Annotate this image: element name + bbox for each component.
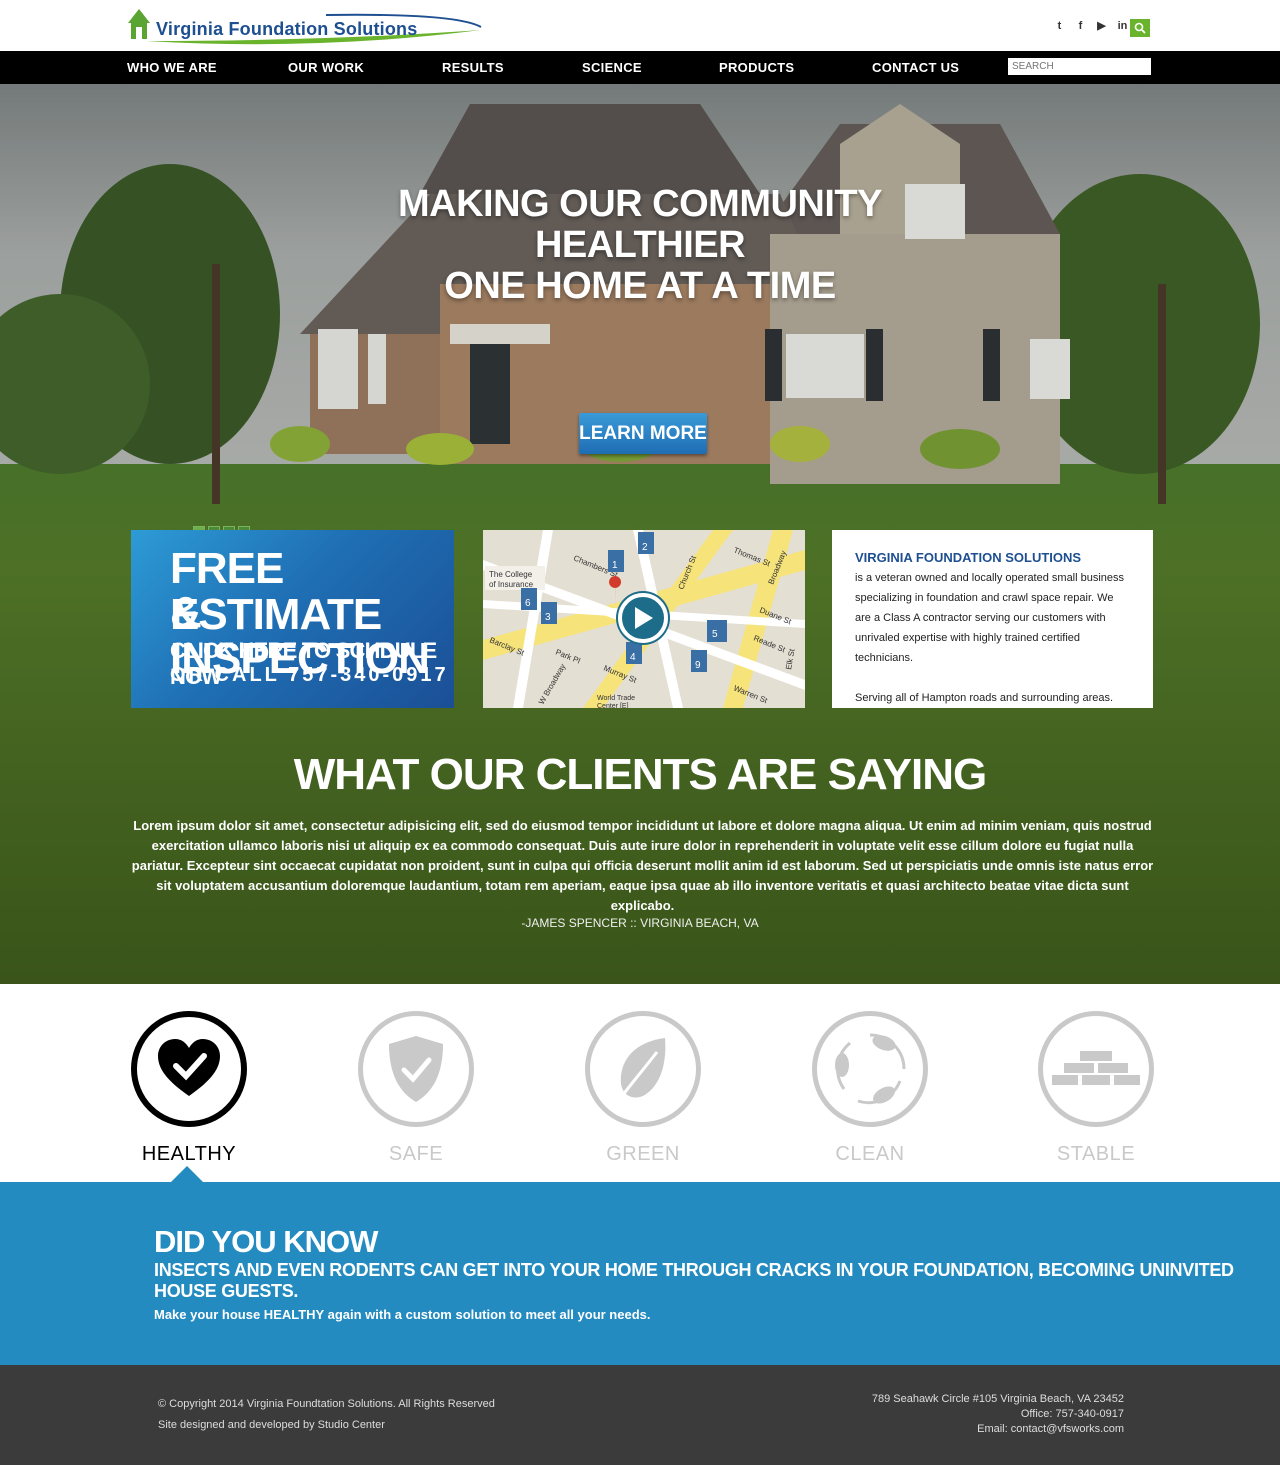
- did-you-know-section: DID YOU KNOW INSECTS AND EVEN RODENTS CA…: [0, 1182, 1280, 1365]
- map-pin[interactable]: 9: [691, 650, 707, 672]
- search-input[interactable]: [1008, 58, 1151, 75]
- map-label: The College: [489, 570, 533, 579]
- main-nav: WHO WE ARE OUR WORK RESULTS SCIENCE PROD…: [0, 51, 1280, 84]
- footer-email[interactable]: Email: contact@vfsworks.com: [872, 1422, 1124, 1437]
- testimonial-author: -JAMES SPENCER :: VIRGINIA BEACH, VA: [521, 916, 759, 930]
- map-pin[interactable]: 6: [521, 588, 537, 610]
- nav-item-who-we-are[interactable]: WHO WE ARE: [127, 60, 217, 75]
- video-play-button[interactable]: [618, 593, 668, 643]
- feature-healthy[interactable]: HEALTHY: [131, 1011, 247, 1166]
- about-serving: Serving all of Hampton roads and surroun…: [855, 692, 1114, 704]
- logo-text: Virginia Foundation Solutions: [156, 19, 418, 39]
- svg-text:3: 3: [545, 612, 551, 623]
- feature-green[interactable]: GREEN: [585, 1011, 701, 1166]
- about-title: VIRGINIA FOUNDATION SOLUTIONS: [855, 550, 1082, 565]
- feature-circle: [812, 1011, 928, 1127]
- feature-circle: [131, 1011, 247, 1127]
- hero-title: MAKING OUR COMMUNITY HEALTHIER ONE HOME …: [340, 184, 940, 307]
- site-footer: © Copyright 2014 Virginia Foundtation So…: [0, 1365, 1280, 1465]
- feature-circle: [585, 1011, 701, 1127]
- features-section: HEALTHY SAFE GREEN CLEAN STABLE: [0, 984, 1280, 1182]
- svg-text:1: 1: [612, 560, 618, 571]
- nav-item-results[interactable]: RESULTS: [442, 60, 504, 75]
- about-text: is a veteran owned and locally operated …: [855, 572, 1125, 664]
- feature-stable[interactable]: STABLE: [1038, 1011, 1154, 1166]
- hero-title-line-3: ONE HOME AT A TIME: [444, 265, 836, 307]
- feature-circle: [1038, 1011, 1154, 1127]
- bricks-icon: [1052, 1051, 1140, 1085]
- feature-label: SAFE: [388, 1143, 444, 1165]
- search-icon: [1134, 22, 1146, 34]
- free-estimate-card[interactable]: FREE ESTIMATE & INSPECTION CLICK HERE TO…: [131, 530, 454, 708]
- youtube-icon[interactable]: ▶: [1095, 19, 1108, 32]
- svg-text:4: 4: [630, 652, 636, 663]
- active-feature-pointer: [171, 1166, 203, 1182]
- feature-label: STABLE: [1056, 1143, 1136, 1165]
- hero-title-line-2: HEALTHIER: [534, 224, 746, 266]
- feature-circle: [358, 1011, 474, 1127]
- recycle-leaves-icon: [835, 1033, 906, 1105]
- feature-label: CLEAN: [835, 1143, 905, 1165]
- facebook-icon[interactable]: f: [1074, 19, 1087, 32]
- svg-text:9: 9: [695, 660, 701, 671]
- logo[interactable]: Virginia Foundation Solutions: [126, 5, 486, 45]
- footer-contact: 789 Seahawk Circle #105 Virginia Beach, …: [872, 1392, 1124, 1437]
- map-pin[interactable]: 2: [638, 532, 654, 554]
- twitter-icon[interactable]: t: [1053, 19, 1066, 32]
- credit-link[interactable]: Site designed and developed by Studio Ce…: [158, 1415, 495, 1436]
- map-video-card[interactable]: The College of Insurance Chambers St Chu…: [483, 530, 805, 708]
- nav-item-science[interactable]: SCIENCE: [582, 60, 642, 75]
- leaf-icon: [617, 1038, 666, 1101]
- svg-text:2: 2: [642, 542, 648, 553]
- footer-left: © Copyright 2014 Virginia Foundtation So…: [158, 1394, 495, 1436]
- footer-address: 789 Seahawk Circle #105 Virginia Beach, …: [871, 1393, 1124, 1405]
- footer-phone: Office: 757-340-0917: [1020, 1408, 1124, 1420]
- map-label: Center [E]: [597, 703, 629, 708]
- heart-check-icon: [158, 1039, 220, 1096]
- copyright-text: © Copyright 2014 Virginia Foundtation So…: [158, 1398, 495, 1410]
- map-pin[interactable]: 1: [608, 550, 624, 572]
- linkedin-icon[interactable]: in: [1116, 19, 1129, 32]
- did-you-know-text: Make your house HEALTHY again with a cus…: [154, 1307, 651, 1322]
- map-pin[interactable]: 5: [707, 620, 727, 642]
- map-pin[interactable]: 4: [626, 642, 642, 664]
- svg-text:5: 5: [712, 629, 718, 640]
- shield-check-icon: [389, 1036, 443, 1102]
- map-pin[interactable]: 3: [541, 602, 557, 624]
- nav-item-our-work[interactable]: OUR WORK: [288, 60, 364, 75]
- map-label: World Trade: [597, 695, 635, 702]
- did-you-know-subtitle: INSECTS AND EVEN RODENTS CAN GET INTO YO…: [154, 1260, 1234, 1301]
- learn-more-button[interactable]: LEARN MORE: [579, 413, 707, 454]
- nav-item-products[interactable]: PRODUCTS: [719, 60, 794, 75]
- feature-label: HEALTHY: [141, 1143, 237, 1165]
- search-button[interactable]: [1130, 19, 1150, 37]
- feature-label: GREEN: [606, 1143, 680, 1165]
- hero-title-line-1: MAKING OUR COMMUNITY: [398, 183, 882, 225]
- site-header: Virginia Foundation Solutions t f ▶ in ◗: [0, 0, 1280, 51]
- did-you-know-title: DID YOU KNOW: [154, 1224, 378, 1259]
- about-card: VIRGINIA FOUNDATION SOLUTIONS is a veter…: [832, 530, 1153, 708]
- feature-safe[interactable]: SAFE: [358, 1011, 474, 1166]
- nav-item-contact-us[interactable]: CONTACT US: [872, 60, 959, 75]
- play-icon: [635, 607, 653, 629]
- hero-section: MAKING OUR COMMUNITY HEALTHIER ONE HOME …: [0, 84, 1280, 984]
- feature-clean[interactable]: CLEAN: [812, 1011, 928, 1166]
- testimonial-quote: Lorem ipsum dolor sit amet, consectetur …: [131, 818, 1154, 913]
- estimate-phone: OR CALL 757-340-0917: [170, 664, 449, 686]
- map-label: of Insurance: [489, 580, 534, 589]
- testimonials-title: WHAT OUR CLIENTS ARE SAYING: [293, 750, 988, 799]
- svg-text:6: 6: [525, 598, 531, 609]
